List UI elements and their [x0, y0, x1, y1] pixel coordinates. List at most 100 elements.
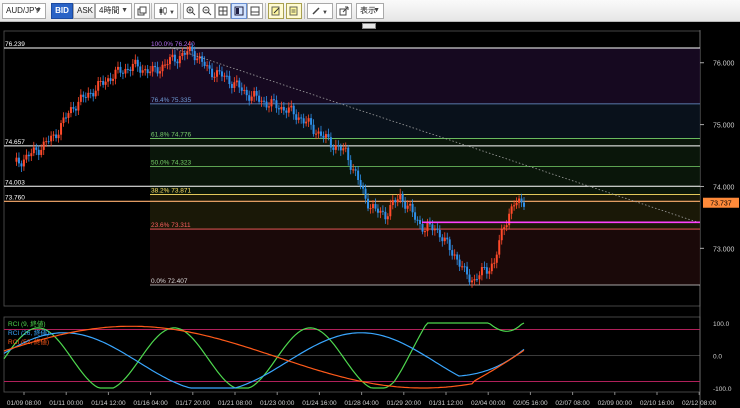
- grid-icon[interactable]: [215, 3, 231, 19]
- ask-button[interactable]: ASK: [73, 3, 95, 19]
- display-menu[interactable]: 表示 ▼: [356, 3, 384, 19]
- candle: [216, 70, 219, 77]
- candle: [173, 54, 176, 62]
- candle: [136, 59, 139, 67]
- candle: [131, 63, 134, 71]
- candle: [463, 266, 466, 268]
- candle: [277, 108, 280, 110]
- zoom-out-icon[interactable]: [199, 3, 215, 19]
- candle: [369, 208, 372, 210]
- candle: [191, 46, 194, 52]
- candle: [144, 69, 147, 71]
- candle: [315, 133, 318, 135]
- candle: [64, 117, 67, 119]
- candle: [134, 59, 137, 64]
- panel-icon[interactable]: [247, 3, 263, 19]
- candle: [176, 61, 179, 64]
- candle: [253, 91, 256, 97]
- candle: [349, 160, 352, 170]
- candle: [55, 134, 58, 139]
- candle: [60, 123, 63, 135]
- chart-type-icon[interactable]: ▼: [154, 3, 178, 19]
- candle: [30, 153, 33, 157]
- candle: [92, 92, 95, 97]
- candle: [376, 208, 379, 213]
- candle: [446, 237, 449, 240]
- timeframe-select[interactable]: 4時間 ▼: [95, 3, 132, 19]
- candle: [240, 87, 243, 91]
- zoom-in-icon[interactable]: [183, 3, 199, 19]
- candle: [139, 66, 142, 73]
- svg-text:▼: ▼: [322, 10, 328, 16]
- candle: [347, 147, 350, 161]
- symbol-select[interactable]: AUD/JPY ▼: [2, 3, 46, 19]
- candle: [129, 69, 132, 71]
- collapse-toolbar-handle[interactable]: [362, 23, 376, 29]
- candle: [265, 101, 268, 108]
- candle: [208, 65, 211, 69]
- candle: [211, 68, 214, 78]
- pen-tool-icon[interactable]: ▼: [307, 3, 333, 19]
- candle: [307, 118, 310, 122]
- candle: [57, 134, 60, 139]
- candle: [302, 118, 305, 124]
- candle: [329, 137, 332, 148]
- chart-canvas[interactable]: 100.0% 76.240 76.4% 75.335 61.8% 74.776 50.…: [0, 30, 740, 408]
- candle: [389, 205, 392, 217]
- candle: [272, 99, 275, 101]
- candle: [116, 66, 119, 70]
- candle: [312, 124, 315, 134]
- rci-tick-label: 100.0: [713, 321, 730, 328]
- candle: [89, 92, 92, 94]
- candle: [515, 202, 518, 206]
- x-tick-label: 02/12 08:00: [682, 400, 717, 407]
- candle: [206, 65, 209, 67]
- fibonacci-label: 61.8% 74.776: [151, 131, 192, 138]
- x-tick-label: 02/10 16:00: [640, 400, 675, 407]
- rci-tick-label: -100.0: [713, 386, 732, 393]
- candle: [223, 75, 226, 77]
- candle: [79, 94, 82, 102]
- candle: [352, 169, 355, 171]
- candle: [458, 259, 461, 267]
- copy-icon[interactable]: [134, 3, 150, 19]
- candle: [119, 66, 122, 73]
- new-window-icon[interactable]: [336, 3, 352, 19]
- candle: [233, 82, 236, 88]
- candle: [324, 134, 327, 138]
- chart-toolbar: AUD/JPY ▼ BID ASK 4時間 ▼ ▼ ▼ 表示 ▼: [0, 0, 740, 22]
- candle: [99, 80, 102, 82]
- y-tick-label: 75.000: [713, 123, 735, 130]
- rci-tick-label: 0.0: [713, 354, 722, 361]
- note-edit-icon[interactable]: [268, 3, 284, 19]
- candle: [146, 69, 149, 74]
- candle: [448, 239, 451, 251]
- candle: [22, 159, 25, 167]
- candle: [151, 65, 154, 72]
- candle: [461, 266, 464, 268]
- chevron-down-icon: ▼: [35, 7, 42, 14]
- note-icon[interactable]: [286, 3, 302, 19]
- x-tick-label: 01/21 08:00: [218, 400, 253, 407]
- candle: [379, 210, 382, 213]
- candle: [47, 141, 50, 143]
- candle: [102, 80, 105, 85]
- x-tick-label: 01/17 20:00: [176, 400, 211, 407]
- current-price-label: 73.737: [710, 201, 732, 208]
- candle: [431, 224, 434, 231]
- candle: [168, 57, 171, 65]
- candle: [263, 100, 266, 102]
- candle: [480, 267, 483, 276]
- candle: [15, 157, 18, 162]
- candle: [228, 75, 231, 85]
- candle: [238, 80, 241, 88]
- x-tick-label: 02/05 16:00: [513, 400, 548, 407]
- window-icon[interactable]: [231, 3, 247, 19]
- candle: [290, 105, 293, 108]
- svg-text:▼: ▼: [169, 10, 174, 16]
- candle: [282, 106, 285, 111]
- price-chart[interactable]: 100.0% 76.240 76.4% 75.335 61.8% 74.776 50.…: [0, 30, 740, 408]
- bid-button[interactable]: BID: [51, 3, 73, 19]
- horizontal-line-label: 73.760: [5, 194, 25, 201]
- chevron-down-icon: ▼: [373, 7, 380, 14]
